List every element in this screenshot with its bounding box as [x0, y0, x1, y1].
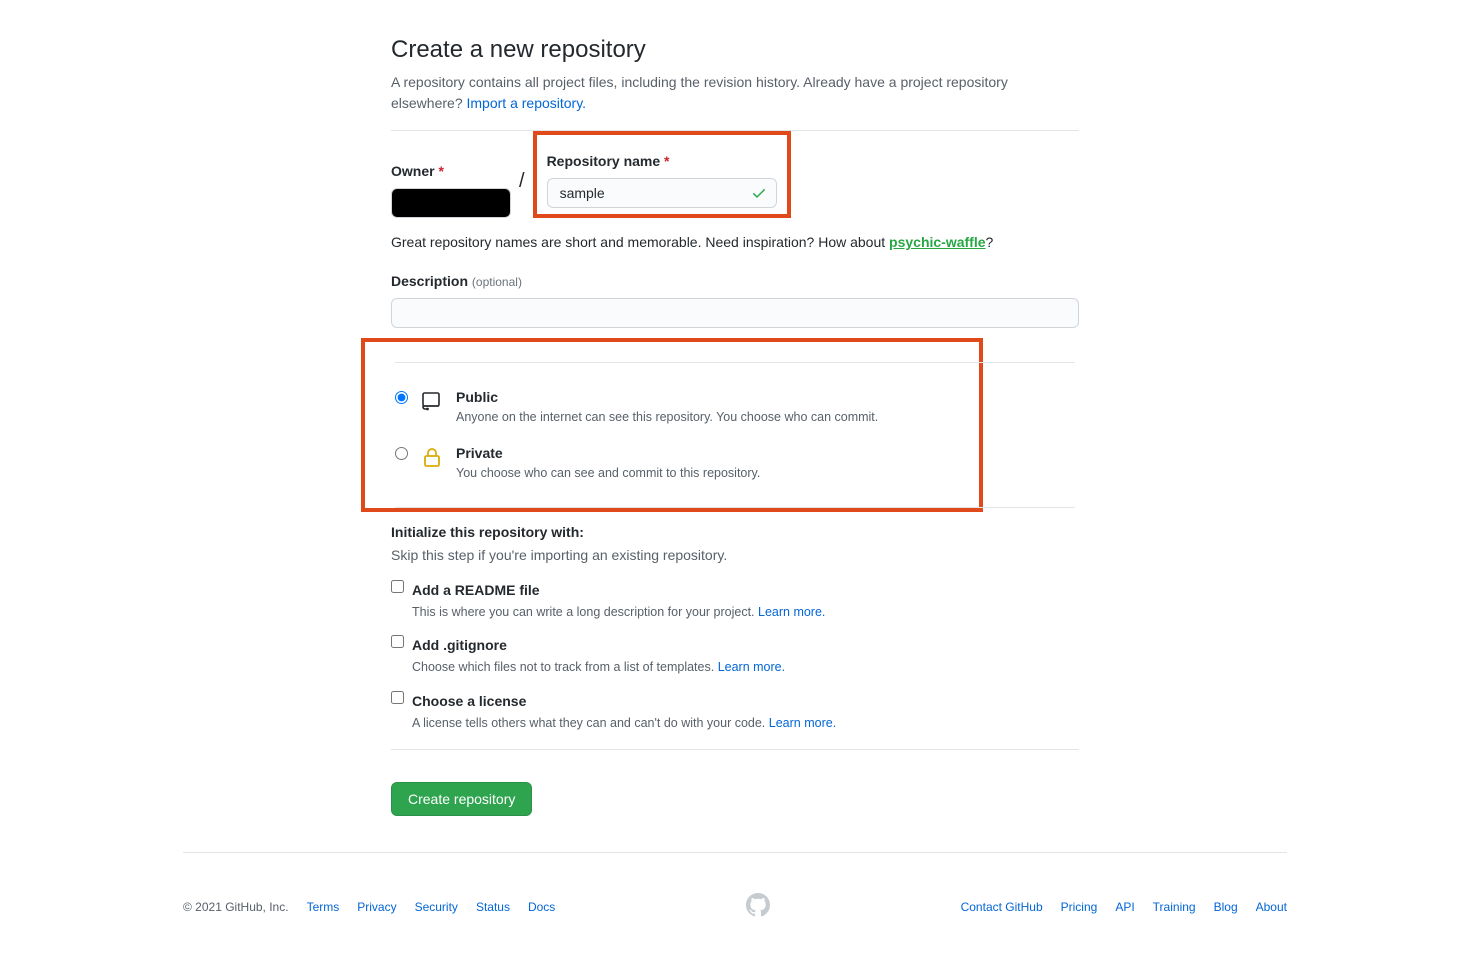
footer-link-training[interactable]: Training — [1153, 898, 1196, 916]
gitignore-checkbox[interactable] — [391, 635, 404, 648]
check-icon — [751, 185, 767, 207]
footer-link-status[interactable]: Status — [476, 898, 510, 916]
gitignore-option: Add .gitignore Choose which files not to… — [391, 635, 1079, 677]
import-repository-link[interactable]: Import a repository. — [467, 95, 587, 111]
footer-right: Contact GitHub Pricing API Training Blog… — [961, 898, 1287, 916]
description-field: Description (optional) — [391, 271, 1079, 328]
initialize-heading: Initialize this repository with: — [391, 522, 1079, 543]
readme-learn-more-link[interactable]: Learn more. — [758, 605, 825, 619]
create-repo-form: Create a new repository A repository con… — [375, 0, 1095, 832]
private-desc: You choose who can see and commit to thi… — [456, 464, 760, 483]
initialize-section: Initialize this repository with: Skip th… — [391, 522, 1079, 733]
footer-link-blog[interactable]: Blog — [1214, 898, 1238, 916]
create-repository-button[interactable]: Create repository — [391, 782, 532, 816]
gitignore-learn-more-link[interactable]: Learn more. — [718, 660, 785, 674]
copyright: © 2021 GitHub, Inc. — [183, 898, 289, 916]
repo-name-hint: Great repository names are short and mem… — [391, 232, 1079, 253]
repo-name-highlight: Repository name * — [533, 131, 791, 218]
page-subtitle: A repository contains all project files,… — [391, 72, 1079, 114]
owner-repo-row: Owner * / Repository name * — [391, 147, 1079, 218]
readme-checkbox[interactable] — [391, 580, 404, 593]
owner-label: Owner * — [391, 161, 511, 182]
footer-link-security[interactable]: Security — [415, 898, 458, 916]
footer-link-pricing[interactable]: Pricing — [1061, 898, 1098, 916]
initialize-subtext: Skip this step if you're importing an ex… — [391, 545, 1079, 566]
description-label: Description (optional) — [391, 273, 522, 289]
suggestion-link[interactable]: psychic-waffle — [889, 234, 985, 250]
footer-divider — [183, 852, 1287, 853]
footer-link-api[interactable]: API — [1115, 898, 1134, 916]
license-checkbox[interactable] — [391, 691, 404, 704]
footer-link-terms[interactable]: Terms — [307, 898, 340, 916]
divider — [391, 749, 1079, 750]
divider — [395, 362, 1075, 363]
github-logo-icon — [746, 893, 770, 922]
visibility-private-row: Private You choose who can see and commi… — [365, 435, 979, 491]
readme-option: Add a README file This is where you can … — [391, 580, 1079, 622]
license-learn-more-link[interactable]: Learn more. — [769, 716, 836, 730]
owner-select[interactable] — [391, 188, 511, 218]
repo-icon — [420, 389, 444, 413]
repo-name-input[interactable] — [547, 178, 777, 208]
visibility-highlight: Public Anyone on the internet can see th… — [361, 338, 983, 512]
page-footer: © 2021 GitHub, Inc. Terms Privacy Securi… — [135, 852, 1335, 962]
page-title: Create a new repository — [391, 32, 1079, 68]
slash-separator: / — [519, 166, 525, 196]
divider — [395, 507, 1075, 508]
repo-name-label: Repository name * — [547, 151, 777, 172]
footer-link-contact[interactable]: Contact GitHub — [961, 898, 1043, 916]
visibility-public-row: Public Anyone on the internet can see th… — [365, 379, 979, 435]
public-desc: Anyone on the internet can see this repo… — [456, 408, 878, 427]
lock-icon — [420, 445, 444, 469]
description-input[interactable] — [391, 298, 1079, 328]
license-option: Choose a license A license tells others … — [391, 691, 1079, 733]
visibility-private-radio[interactable] — [395, 447, 408, 460]
footer-left: © 2021 GitHub, Inc. Terms Privacy Securi… — [183, 898, 555, 916]
repo-name-field: Repository name * — [547, 151, 777, 208]
footer-link-privacy[interactable]: Privacy — [357, 898, 396, 916]
private-title: Private — [456, 443, 760, 464]
footer-link-docs[interactable]: Docs — [528, 898, 555, 916]
owner-field: Owner * — [391, 161, 511, 218]
visibility-public-radio[interactable] — [395, 391, 408, 404]
footer-link-about[interactable]: About — [1256, 898, 1287, 916]
public-title: Public — [456, 387, 878, 408]
